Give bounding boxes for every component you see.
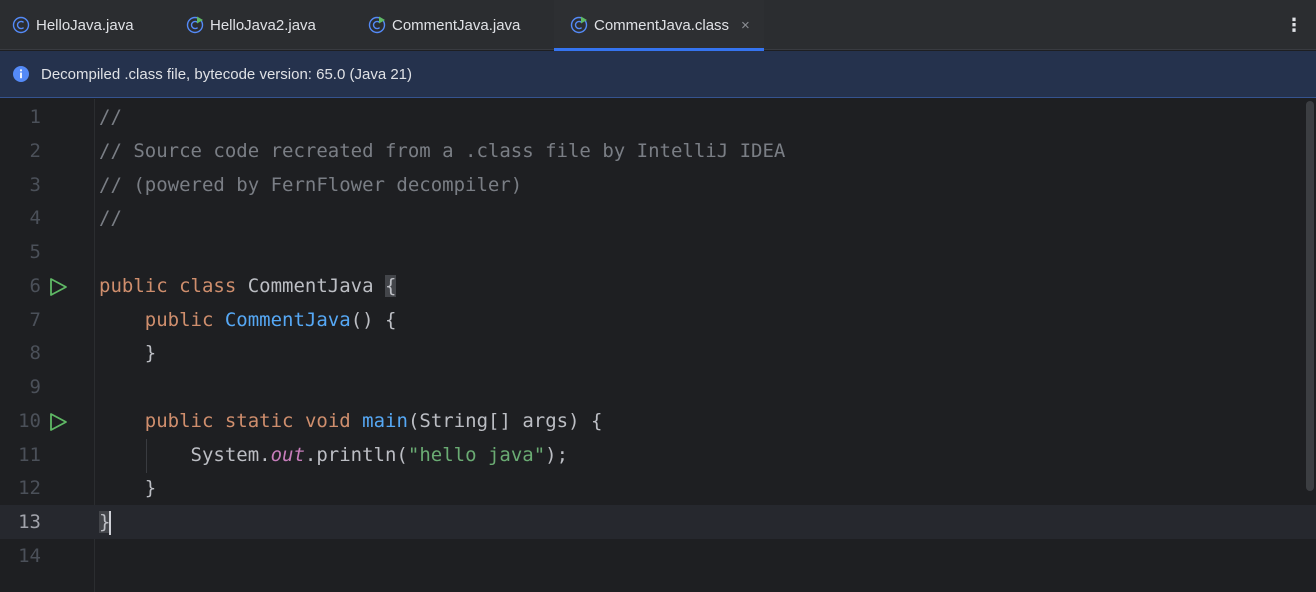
code-editor[interactable]: 1 // 2 // Source code recreated from a .…	[0, 99, 1316, 592]
banner-text: Decompiled .class file, bytecode version…	[41, 65, 413, 83]
run-icon[interactable]	[48, 276, 68, 296]
code-text: public class CommentJava {	[99, 275, 397, 297]
line-number: 4	[29, 207, 41, 229]
tab-commentjava-class[interactable]: CommentJava.class ×	[554, 0, 764, 51]
code-line[interactable]: 14	[0, 539, 1316, 573]
line-number: 6	[29, 275, 41, 297]
code-line-current[interactable]: 13 }	[0, 505, 1316, 539]
code-line[interactable]: 3 // (powered by FernFlower decompiler)	[0, 168, 1316, 202]
line-number: 2	[29, 140, 41, 162]
line-number: 8	[29, 342, 41, 364]
line-number: 9	[29, 376, 41, 398]
code-line[interactable]: 2 // Source code recreated from a .class…	[0, 134, 1316, 168]
code-line[interactable]: 11 System.out.println("hello java");	[0, 438, 1316, 472]
run-icon[interactable]	[48, 411, 68, 431]
code-text: //	[99, 106, 122, 128]
line-number: 14	[18, 545, 41, 567]
line-number: 13	[18, 511, 41, 533]
code-line[interactable]: 6 public class CommentJava {	[0, 269, 1316, 303]
code-text: public CommentJava() {	[144, 309, 397, 331]
code-line[interactable]: 5	[0, 235, 1316, 269]
info-icon	[12, 65, 30, 83]
tab-label: CommentJava.class	[594, 16, 730, 34]
more-options-icon[interactable]: ⋮	[1282, 12, 1306, 38]
code-line[interactable]: 7 public CommentJava() {	[0, 303, 1316, 337]
code-text: public static void main(String[] args) {	[144, 410, 603, 432]
decompiled-info-banner: Decompiled .class file, bytecode version…	[0, 51, 1316, 98]
line-number: 5	[29, 241, 41, 263]
code-line[interactable]: 9	[0, 370, 1316, 404]
editor-window: HelloJava.java HelloJava2.java CommentJa…	[0, 0, 1316, 592]
close-icon[interactable]: ×	[741, 18, 750, 33]
line-number: 3	[29, 174, 41, 196]
class-runnable-icon	[368, 16, 386, 34]
code-text: //	[99, 207, 122, 229]
class-runnable-icon	[186, 16, 204, 34]
tab-label: CommentJava.java	[392, 16, 521, 34]
code-text: // (powered by FernFlower decompiler)	[99, 174, 523, 196]
code-line[interactable]: 10 public static void main(String[] args…	[0, 404, 1316, 438]
code-line[interactable]: 1 //	[0, 100, 1316, 134]
line-number: 12	[18, 477, 41, 499]
code-line[interactable]: 12 }	[0, 471, 1316, 505]
text-caret	[109, 510, 112, 535]
tab-label: HelloJava2.java	[210, 16, 316, 34]
line-number: 10	[18, 410, 41, 432]
tab-commentjava-java[interactable]: CommentJava.java	[368, 0, 548, 50]
tab-label: HelloJava.java	[36, 16, 134, 34]
vertical-scrollbar[interactable]	[1306, 101, 1314, 491]
code-text: }	[99, 342, 157, 364]
editor-tab-bar: HelloJava.java HelloJava2.java CommentJa…	[0, 0, 1316, 51]
class-runnable-icon	[570, 16, 588, 34]
code-line[interactable]: 8 }	[0, 336, 1316, 370]
class-icon	[12, 16, 30, 34]
line-number: 7	[29, 309, 41, 331]
line-number: 11	[18, 444, 41, 466]
code-text: }	[99, 477, 157, 499]
tab-hellojava[interactable]: HelloJava.java	[12, 0, 172, 50]
code-text: System.out.println("hello java");	[99, 444, 569, 466]
code-line[interactable]: 4 //	[0, 201, 1316, 235]
tab-hellojava2[interactable]: HelloJava2.java	[186, 0, 356, 50]
code-text: }	[99, 510, 112, 535]
code-text: // Source code recreated from a .class f…	[99, 140, 786, 162]
line-number: 1	[29, 106, 41, 128]
